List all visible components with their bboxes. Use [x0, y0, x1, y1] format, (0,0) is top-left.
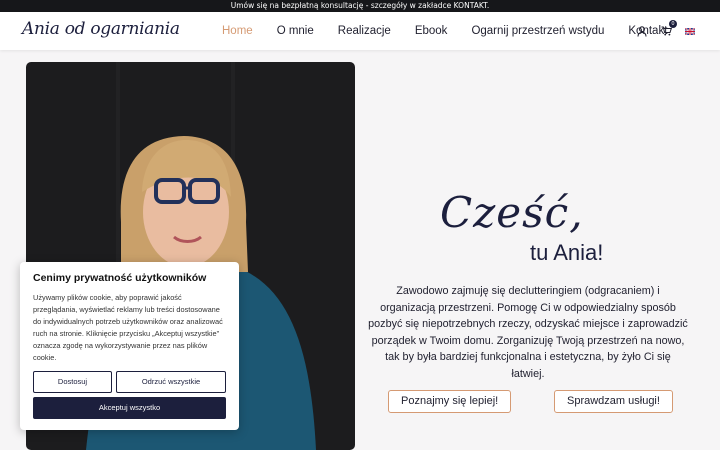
menu-item-ebook[interactable]: Ebook: [415, 25, 448, 37]
site-logo[interactable]: Ania od ogarniania: [22, 19, 180, 39]
menu-item-o-mnie[interactable]: O mnie: [277, 25, 314, 37]
cart-count-badge: 0: [669, 20, 677, 28]
cookie-consent-dialog: Cenimy prywatność użytkowników Używamy p…: [20, 262, 239, 430]
cart-icon[interactable]: 0: [660, 20, 677, 37]
menu-item-home[interactable]: Home: [222, 25, 253, 37]
cookie-text: Używamy plików cookie, aby poprawić jako…: [33, 293, 223, 362]
announcement-bar: Umów się na bezpłatną konsultację - szcz…: [0, 0, 720, 12]
hero-subgreeting: tu Ania!: [530, 240, 604, 265]
uk-flag-icon[interactable]: [684, 25, 696, 37]
services-button[interactable]: Sprawdzam usługi!: [554, 390, 673, 413]
announcement-text: Umów się na bezpłatną konsultację - szcz…: [230, 1, 490, 10]
menu-item-realizacje[interactable]: Realizacje: [338, 25, 391, 37]
menu-item-ogarnij[interactable]: Ogarnij przestrzeń wstydu: [471, 25, 604, 37]
cookie-customize-button[interactable]: Dostosuj: [33, 371, 112, 393]
cookie-button-row: Dostosuj Odrzuć wszystkie: [33, 371, 226, 393]
cookie-reject-button[interactable]: Odrzuć wszystkie: [116, 371, 226, 393]
main-menu: Home O mnie Realizacje Ebook Ogarnij prz…: [222, 12, 691, 50]
header-icons: 0: [636, 12, 696, 50]
about-me-button[interactable]: Poznajmy się lepiej!: [388, 390, 512, 413]
cookie-title: Cenimy prywatność użytkowników: [33, 272, 207, 284]
hero-description: Zawodowo zajmuję się declutteringiem (od…: [368, 285, 688, 380]
cookie-accept-button[interactable]: Akceptuj wszystko: [33, 397, 226, 419]
site-header: Ania od ogarniania Home O mnie Realizacj…: [0, 12, 720, 50]
user-icon[interactable]: [636, 25, 648, 37]
hero-greeting: Cześć,: [440, 188, 584, 237]
